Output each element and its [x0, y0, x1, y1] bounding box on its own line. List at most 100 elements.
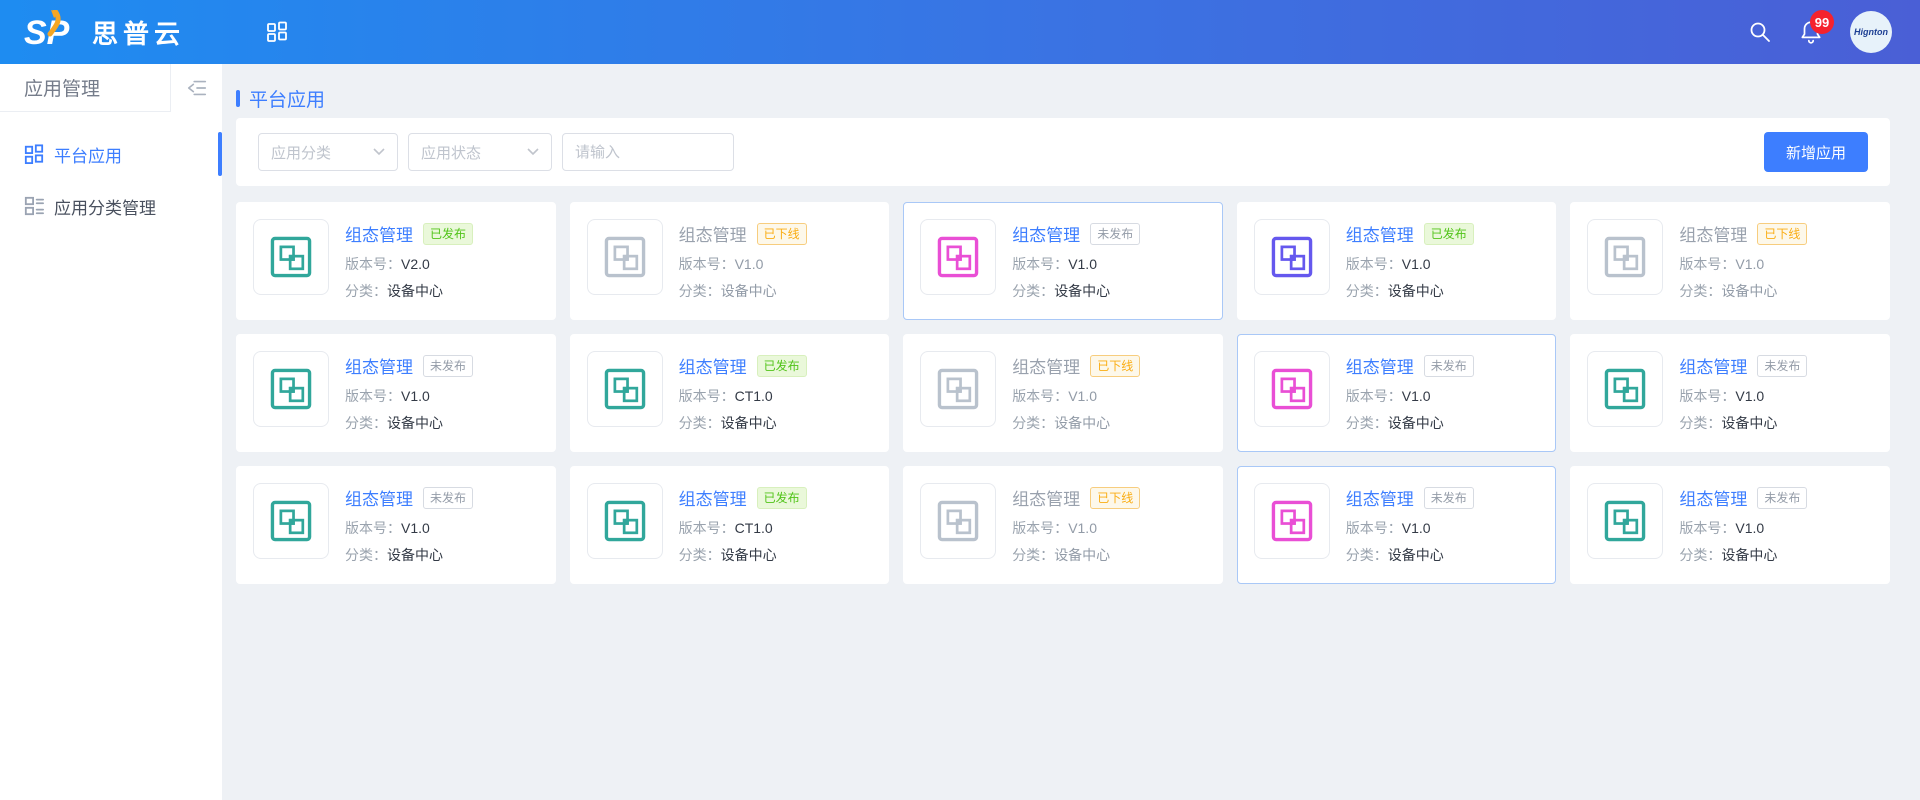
add-application-button[interactable]: 新增应用 — [1764, 132, 1868, 172]
app-card[interactable]: 组态管理 已发布 版本号：V2.0 分类：设备中心 — [236, 202, 556, 320]
category-label: 分类： — [345, 547, 387, 563]
status-badge: 未发布 — [1424, 355, 1474, 377]
version-line: 版本号：V1.0 — [1012, 254, 1140, 274]
app-card[interactable]: 组态管理 已下线 版本号：V1.0 分类：设备中心 — [570, 202, 890, 320]
app-card-title-link[interactable]: 组态管理 — [345, 353, 413, 378]
app-card-title-link[interactable]: 组态管理 — [679, 221, 747, 246]
search-input[interactable] — [562, 133, 734, 171]
sidebar-item-platform-apps[interactable]: 平台应用 — [0, 128, 222, 180]
user-avatar[interactable]: Hignton — [1850, 11, 1892, 53]
version-label: 版本号： — [679, 388, 735, 404]
app-card-title-link[interactable]: 组态管理 — [1679, 485, 1747, 510]
version-line: 版本号：V2.0 — [345, 254, 473, 274]
category-value: 设备中心 — [1054, 415, 1110, 431]
app-card-title-link[interactable]: 组态管理 — [679, 353, 747, 378]
app-card[interactable]: 组态管理 未发布 版本号：V1.0 分类：设备中心 — [1570, 466, 1890, 584]
app-card-title-link[interactable]: 组态管理 — [1012, 353, 1080, 378]
apps-grid-icon[interactable] — [266, 21, 288, 43]
category-line: 分类：设备中心 — [679, 413, 807, 433]
overlapping-squares-icon — [264, 230, 318, 284]
avatar-text: Hignton — [1854, 27, 1888, 37]
version-line: 版本号：V1.0 — [1012, 518, 1140, 538]
overlapping-squares-icon — [1598, 230, 1652, 284]
category-label: 分类： — [679, 547, 721, 563]
overlapping-squares-icon — [1265, 230, 1319, 284]
app-card[interactable]: 组态管理 未发布 版本号：V1.0 分类：设备中心 — [1237, 334, 1557, 452]
category-value: 设备中心 — [1388, 415, 1444, 431]
app-icon-box — [587, 483, 663, 559]
app-category-select[interactable]: 应用分类 — [258, 133, 398, 171]
page-title: 平台应用 — [236, 78, 1890, 118]
search-icon[interactable] — [1748, 20, 1772, 44]
sidebar-item-app-category-management[interactable]: 应用分类管理 — [0, 180, 222, 232]
app-card-title-link[interactable]: 组态管理 — [1346, 485, 1414, 510]
status-badge: 未发布 — [1757, 355, 1807, 377]
category-label: 分类： — [1012, 283, 1054, 299]
category-value: 设备中心 — [1721, 415, 1777, 431]
overlapping-squares-icon — [931, 494, 985, 548]
app-card-title-link[interactable]: 组态管理 — [1012, 221, 1080, 246]
app-card-title-link[interactable]: 组态管理 — [345, 221, 413, 246]
collapse-sidebar-button[interactable] — [170, 64, 222, 112]
app-status-select[interactable]: 应用状态 — [408, 133, 552, 171]
category-list-icon — [24, 196, 44, 216]
version-label: 版本号： — [345, 388, 401, 404]
category-line: 分类：设备中心 — [1346, 413, 1474, 433]
app-card[interactable]: 组态管理 未发布 版本号：V1.0 分类：设备中心 — [236, 334, 556, 452]
version-value: V1.0 — [1735, 256, 1764, 272]
status-badge: 已发布 — [757, 355, 807, 377]
overlapping-squares-icon — [931, 362, 985, 416]
app-card-title-link[interactable]: 组态管理 — [1012, 485, 1080, 510]
app-card[interactable]: 组态管理 未发布 版本号：V1.0 分类：设备中心 — [236, 466, 556, 584]
app-card-title-link[interactable]: 组态管理 — [1679, 221, 1747, 246]
app-card[interactable]: 组态管理 已发布 版本号：V1.0 分类：设备中心 — [1237, 202, 1557, 320]
brand-logo: SP 思普云 — [24, 10, 224, 54]
overlapping-squares-icon — [1265, 362, 1319, 416]
grid-icon — [24, 144, 44, 164]
category-line: 分类：设备中心 — [1012, 413, 1140, 433]
version-label: 版本号： — [345, 520, 401, 536]
app-icon-box — [920, 483, 996, 559]
app-card-title-link[interactable]: 组态管理 — [1346, 353, 1414, 378]
version-line: 版本号：CT1.0 — [679, 518, 807, 538]
version-label: 版本号： — [1346, 388, 1402, 404]
app-icon-box — [1254, 483, 1330, 559]
version-label: 版本号： — [1679, 388, 1735, 404]
app-card[interactable]: 组态管理 已下线 版本号：V1.0 分类：设备中心 — [903, 466, 1223, 584]
app-card[interactable]: 组态管理 未发布 版本号：V1.0 分类：设备中心 — [903, 202, 1223, 320]
category-value: 设备中心 — [387, 283, 443, 299]
app-icon-box — [1587, 219, 1663, 295]
overlapping-squares-icon — [1265, 494, 1319, 548]
category-value: 设备中心 — [387, 547, 443, 563]
app-card-title-link[interactable]: 组态管理 — [1346, 221, 1414, 246]
sp-logo-icon: SP — [24, 10, 80, 54]
app-card[interactable]: 组态管理 已下线 版本号：V1.0 分类：设备中心 — [903, 334, 1223, 452]
category-value: 设备中心 — [1721, 547, 1777, 563]
version-value: V1.0 — [1068, 520, 1097, 536]
app-card-title-link[interactable]: 组态管理 — [345, 485, 413, 510]
version-line: 版本号：V1.0 — [1346, 386, 1474, 406]
notification-bell-icon[interactable]: 99 — [1798, 19, 1824, 45]
overlapping-squares-icon — [264, 494, 318, 548]
category-label: 分类： — [1346, 415, 1388, 431]
version-label: 版本号： — [1012, 388, 1068, 404]
app-card[interactable]: 组态管理 已下线 版本号：V1.0 分类：设备中心 — [1570, 202, 1890, 320]
app-card[interactable]: 组态管理 未发布 版本号：V1.0 分类：设备中心 — [1237, 466, 1557, 584]
app-card[interactable]: 组态管理 已发布 版本号：CT1.0 分类：设备中心 — [570, 466, 890, 584]
status-badge: 未发布 — [423, 487, 473, 509]
category-value: 设备中心 — [1054, 547, 1110, 563]
version-line: 版本号：V1.0 — [1346, 518, 1474, 538]
app-card-title-link[interactable]: 组态管理 — [1679, 353, 1747, 378]
version-value: V1.0 — [1402, 256, 1431, 272]
category-value: 设备中心 — [721, 283, 777, 299]
status-badge: 未发布 — [1757, 487, 1807, 509]
category-value: 设备中心 — [1388, 283, 1444, 299]
status-badge: 已下线 — [1090, 355, 1140, 377]
category-line: 分类：设备中心 — [1012, 545, 1140, 565]
app-icon-box — [587, 219, 663, 295]
app-card[interactable]: 组态管理 未发布 版本号：V1.0 分类：设备中心 — [1570, 334, 1890, 452]
app-card-title-link[interactable]: 组态管理 — [679, 485, 747, 510]
version-label: 版本号： — [1346, 256, 1402, 272]
app-card[interactable]: 组态管理 已发布 版本号：CT1.0 分类：设备中心 — [570, 334, 890, 452]
app-icon-box — [1587, 351, 1663, 427]
